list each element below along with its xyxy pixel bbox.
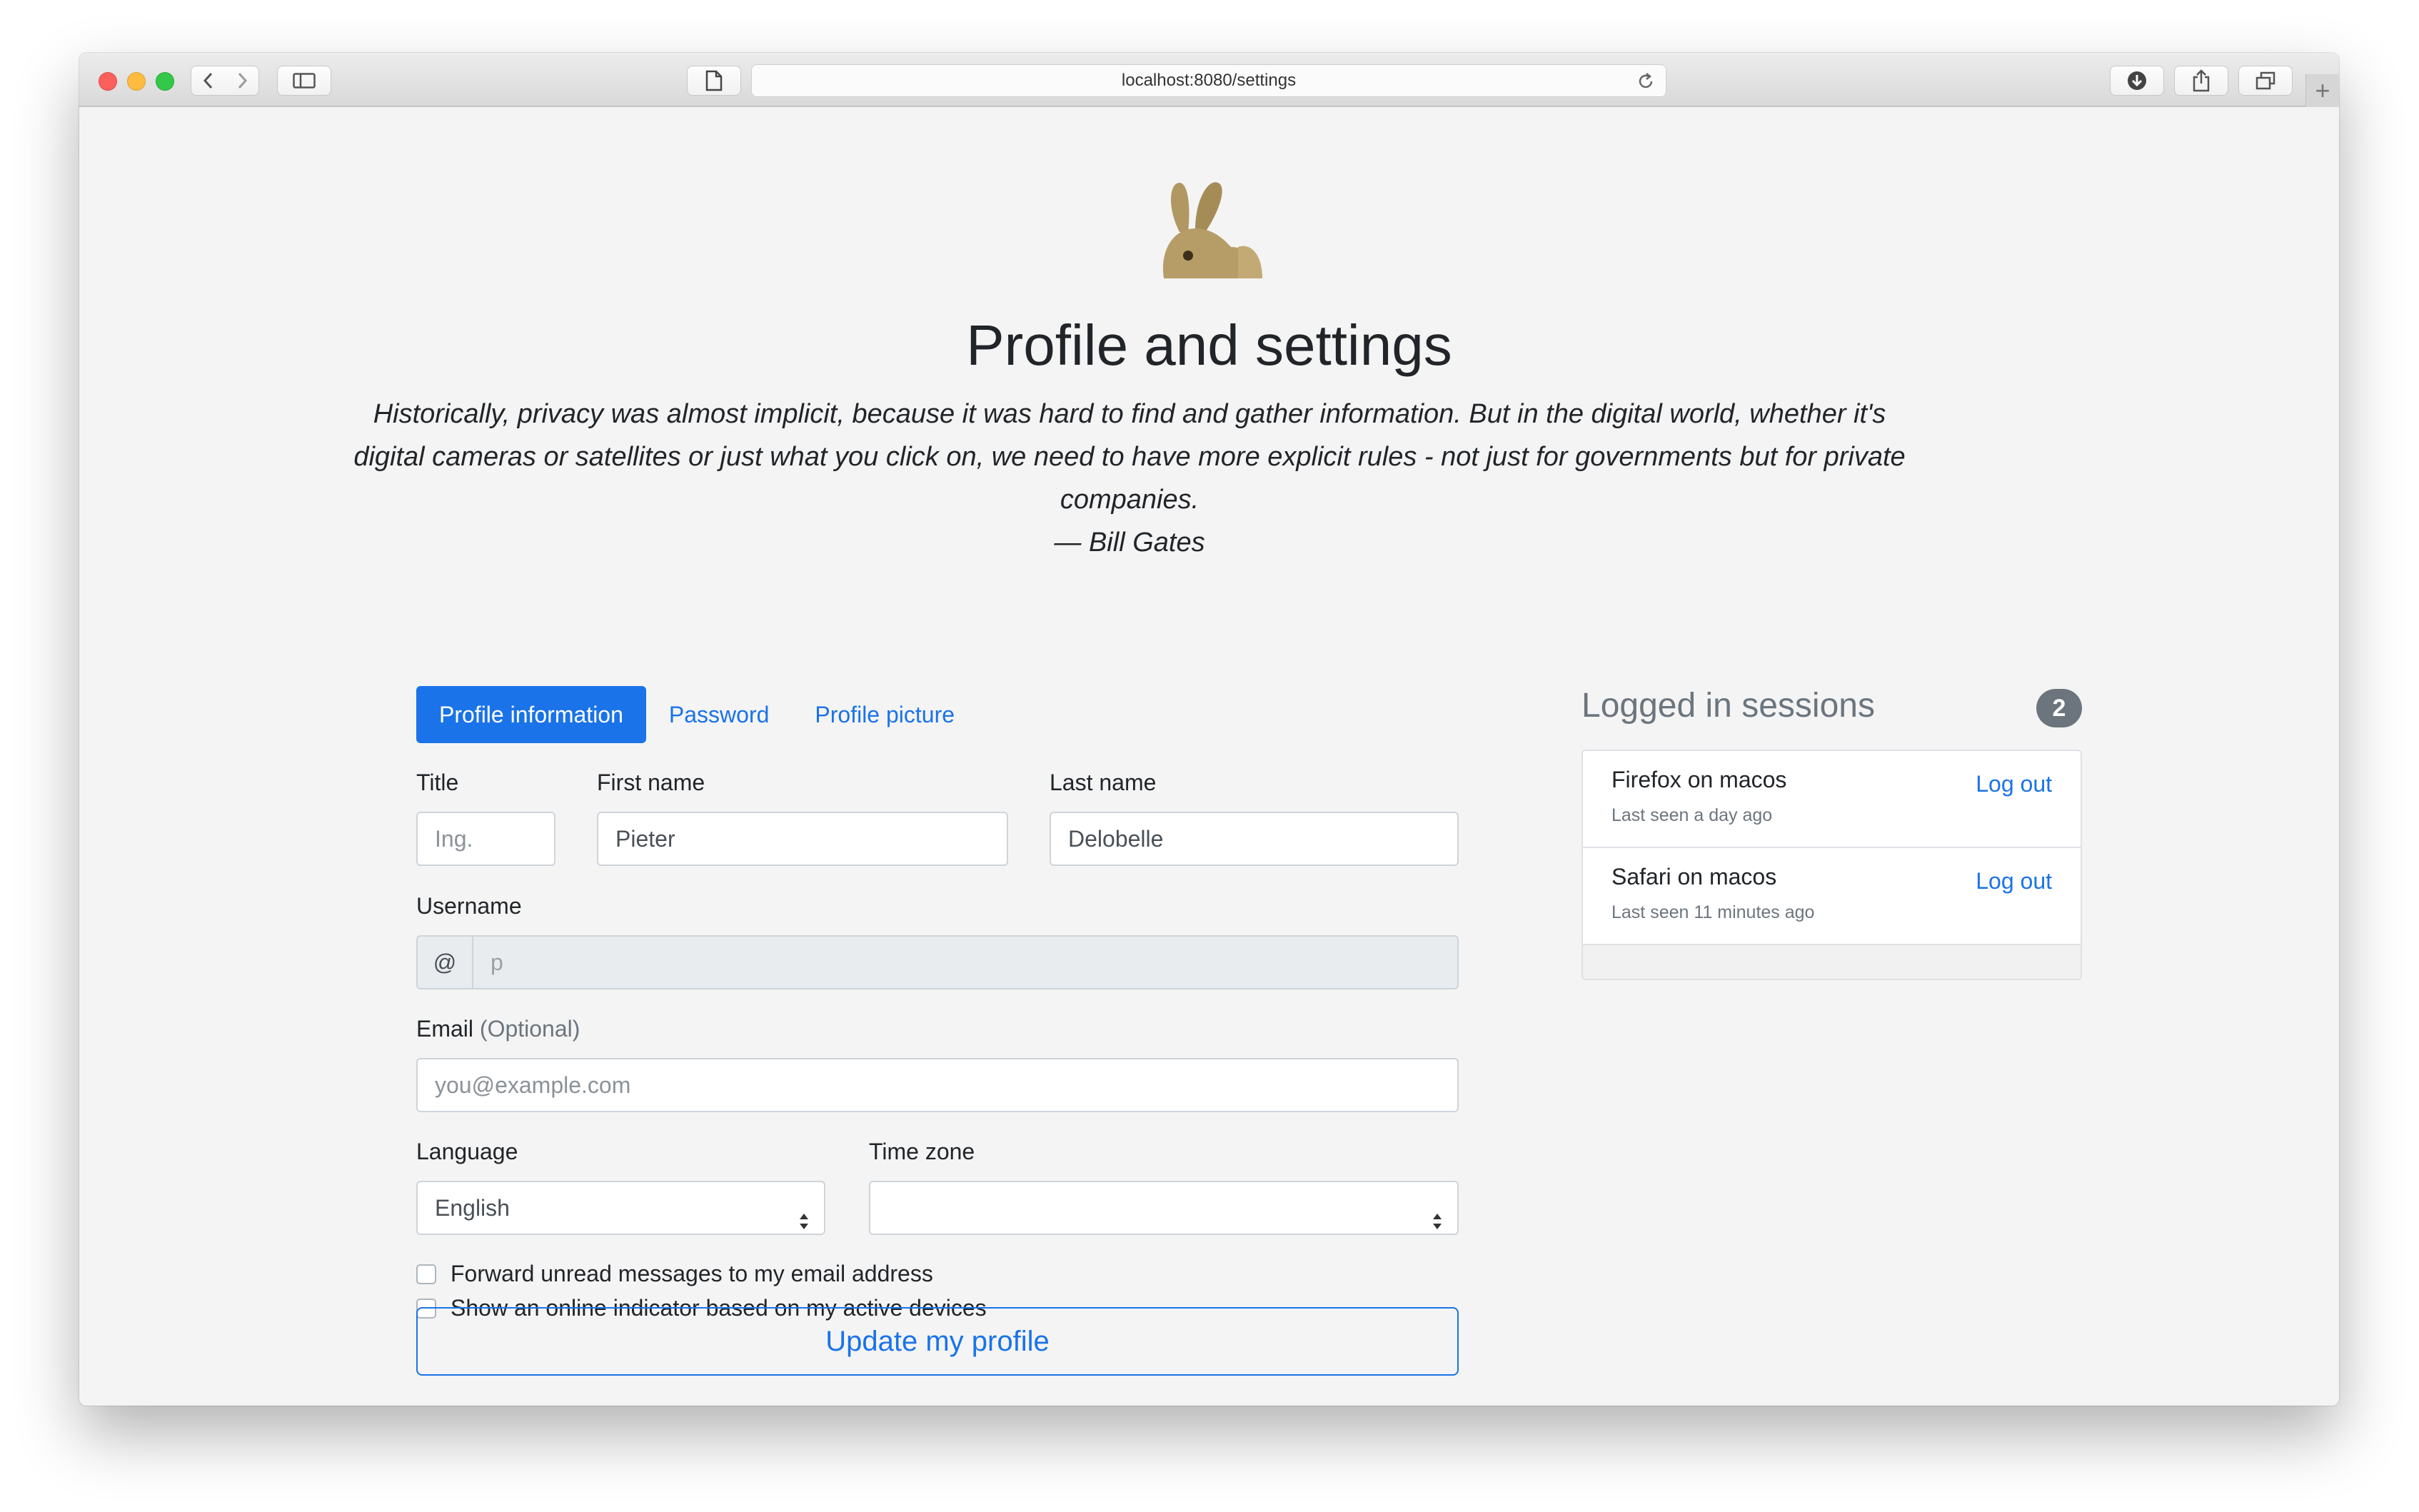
update-profile-button[interactable]: Update my profile — [416, 1307, 1459, 1376]
url-text: localhost:8080/settings — [1121, 71, 1297, 90]
last-name-input[interactable]: Delobelle — [1050, 812, 1459, 866]
sessions-count-badge: 2 — [2036, 689, 2082, 727]
minimize-window-button[interactable] — [127, 72, 146, 91]
timezone-select[interactable] — [869, 1181, 1459, 1235]
page-title: Profile and settings — [966, 313, 1452, 377]
rabbit-logo-icon — [1160, 178, 1265, 282]
sessions-title: Logged in sessions — [1581, 687, 1875, 725]
session-logout-link[interactable]: Log out — [1976, 771, 2052, 797]
new-tab-button[interactable]: + — [2305, 74, 2339, 107]
sidebar-toggle-button[interactable] — [277, 66, 331, 96]
last-name-label: Last name — [1050, 770, 1157, 795]
back-icon[interactable] — [201, 71, 216, 90]
forward-messages-option: Forward unread messages to my email addr… — [416, 1261, 933, 1287]
session-name: Firefox on macos — [1611, 767, 1787, 792]
quote: Historically, privacy was almost implici… — [337, 393, 1922, 564]
history-nav-group — [191, 66, 259, 96]
title-input[interactable]: Ing. — [416, 812, 555, 866]
download-button[interactable] — [2110, 66, 2164, 96]
sessions-header: Logged in sessions 2 — [1581, 686, 2082, 729]
share-button[interactable] — [2174, 66, 2228, 96]
forward-messages-checkbox[interactable] — [416, 1264, 436, 1284]
email-optional-text: (Optional) — [479, 1016, 580, 1042]
session-logout-link[interactable]: Log out — [1976, 868, 2052, 894]
language-select[interactable]: English — [416, 1181, 825, 1235]
username-input[interactable]: p — [472, 935, 1459, 989]
download-icon — [2126, 70, 2148, 91]
browser-window: localhost:8080/settings + Profile and se… — [79, 53, 2339, 1406]
timezone-label: Time zone — [869, 1139, 975, 1164]
first-name-label: First name — [597, 770, 705, 795]
quote-author: — Bill Gates — [1054, 528, 1205, 558]
select-arrows-icon — [798, 1198, 810, 1249]
browser-toolbar: localhost:8080/settings + — [79, 53, 2339, 107]
settings-tabs: Profile information Password Profile pic… — [416, 686, 977, 743]
page-button[interactable] — [687, 66, 741, 96]
tab-password[interactable]: Password — [646, 686, 793, 743]
title-label: Title — [416, 770, 459, 795]
session-last-seen: Last seen 11 minutes ago — [1611, 902, 1815, 922]
email-label: Email (Optional) — [416, 1016, 580, 1042]
page-icon — [705, 70, 723, 91]
close-window-button[interactable] — [99, 72, 117, 91]
username-label: Username — [416, 893, 522, 919]
first-name-input[interactable]: Pieter — [597, 812, 1008, 866]
session-item: Firefox on macos Last seen a day ago Log… — [1583, 751, 2081, 848]
forward-messages-label[interactable]: Forward unread messages to my email addr… — [451, 1261, 933, 1287]
tab-profile-information[interactable]: Profile information — [416, 686, 646, 743]
tab-overview-button[interactable] — [2238, 66, 2293, 96]
session-name: Safari on macos — [1611, 864, 1777, 889]
page-content: Profile and settings Historically, priva… — [79, 107, 2339, 1406]
quote-text: Historically, privacy was almost implici… — [353, 399, 1906, 515]
forward-icon[interactable] — [235, 71, 249, 90]
plus-icon: + — [2315, 76, 2330, 105]
zoom-window-button[interactable] — [156, 72, 174, 91]
address-bar[interactable]: localhost:8080/settings — [751, 64, 1666, 97]
email-input[interactable]: you@example.com — [416, 1058, 1459, 1112]
language-select-value: English — [435, 1195, 510, 1221]
reload-icon[interactable] — [1636, 71, 1656, 95]
username-at-prefix: @ — [416, 935, 473, 989]
session-last-seen: Last seen a day ago — [1611, 805, 1773, 825]
language-label: Language — [416, 1139, 518, 1164]
sessions-list: Firefox on macos Last seen a day ago Log… — [1581, 750, 2082, 980]
select-arrows-icon — [1432, 1198, 1443, 1249]
share-icon — [2192, 69, 2211, 92]
tab-profile-picture[interactable]: Profile picture — [792, 686, 977, 743]
email-label-text: Email — [416, 1016, 474, 1042]
sidebar-icon — [293, 73, 316, 89]
tabs-icon — [2255, 71, 2275, 90]
session-item: Safari on macos Last seen 11 minutes ago… — [1583, 848, 2081, 945]
